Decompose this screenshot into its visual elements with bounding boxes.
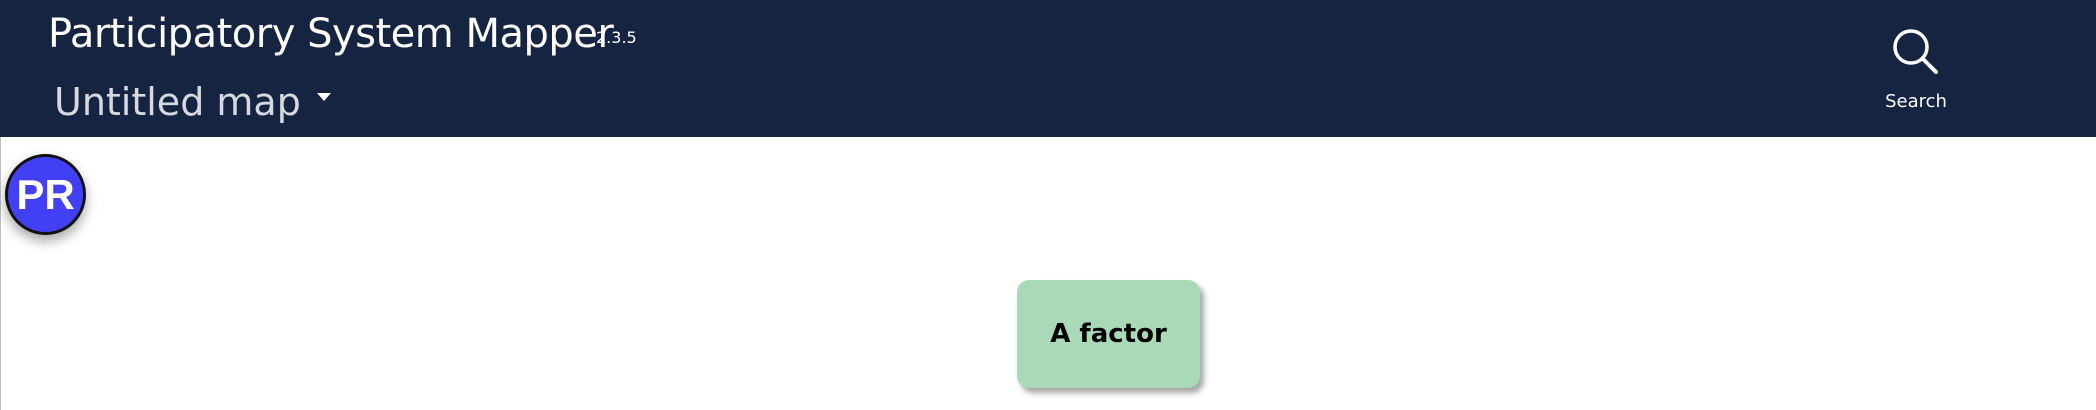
app-header: Participatory System Mapper 2.3.5 Untitl…: [0, 0, 2096, 137]
search-icon[interactable]: [1890, 26, 1942, 78]
app-title: Participatory System Mapper: [48, 11, 614, 57]
search-label: Search: [1885, 91, 1947, 112]
factor-node[interactable]: A factor: [1017, 280, 1200, 388]
app-version: 2.3.5: [596, 28, 637, 47]
search-button[interactable]: Search: [1874, 26, 1958, 116]
user-avatar[interactable]: PR: [5, 154, 86, 235]
map-title[interactable]: Untitled map: [54, 76, 301, 128]
map-title-dropdown[interactable]: Untitled map: [54, 76, 331, 128]
caret-down-icon[interactable]: [316, 93, 331, 101]
